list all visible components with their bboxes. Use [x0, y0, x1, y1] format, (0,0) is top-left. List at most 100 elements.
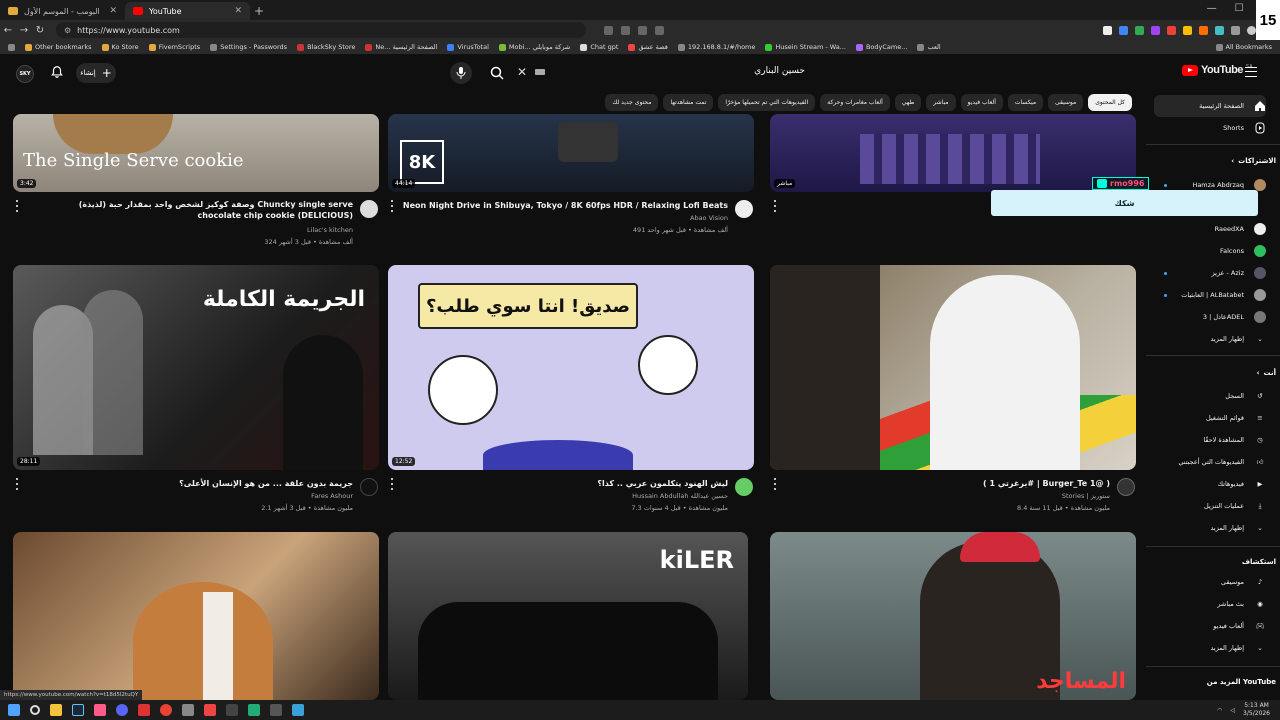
extensions-puzzle-icon[interactable] [1231, 25, 1240, 35]
video-menu-icon[interactable] [15, 200, 19, 212]
new-tab-button[interactable]: + [250, 2, 268, 20]
bookmark-item[interactable]: FivemScripts [148, 43, 200, 51]
chrome-icon[interactable] [160, 704, 172, 716]
app-icon[interactable] [270, 704, 282, 716]
channel-name[interactable]: Stories | ستوريز [1062, 492, 1110, 500]
video-thumbnail[interactable]: المساجد [770, 532, 1136, 700]
search-icon[interactable] [30, 705, 40, 715]
extension-icon[interactable] [1199, 25, 1208, 35]
channel-name[interactable]: Lilac's kitchen [307, 226, 353, 234]
chip[interactable]: ألعاب مغامرات وحركة [820, 94, 890, 111]
channel-name[interactable]: Hussain Abdullah حسين عبدالله [632, 492, 728, 500]
steam-icon[interactable] [72, 704, 84, 716]
show-more-button[interactable]: إظهار المزيد ⌄ [1154, 518, 1266, 538]
video-thumbnail[interactable]: 8K 44:14 [388, 114, 754, 192]
bookmark-item[interactable]: 192.168.8.1/#/home [677, 43, 755, 51]
chip[interactable]: موسيقى [1048, 94, 1084, 111]
video-menu-icon[interactable] [15, 478, 19, 490]
bookmark-item[interactable]: VirusTotal [447, 43, 489, 51]
reload-icon[interactable]: ↻ [32, 25, 48, 36]
zoom-icon[interactable] [638, 25, 647, 35]
bookmark-item[interactable]: Settings - Passwords [210, 43, 287, 51]
app-icon[interactable] [226, 704, 238, 716]
minimize-icon[interactable]: — [1207, 3, 1217, 14]
video-thumbnail[interactable]: الجريمة الكاملة 28:11 [13, 265, 379, 470]
chip[interactable]: تمت مشاهدتها [663, 94, 714, 111]
search-input[interactable]: حسين البناري [560, 66, 805, 76]
channel-avatar[interactable] [360, 200, 378, 218]
chip[interactable]: ألعاب فيديو [960, 94, 1003, 111]
app-icon[interactable] [292, 704, 304, 716]
subscriptions-heading[interactable]: ‹ الاشتراكات [1154, 157, 1276, 165]
url-field[interactable]: ⚙ https://www.youtube.com [56, 22, 586, 38]
channel-avatar[interactable] [1117, 478, 1135, 496]
sidebar-item-downloads[interactable]: عمليات التنزيل ⤓ [1154, 496, 1266, 516]
chip[interactable]: ميكسات [1007, 94, 1044, 111]
app-icon[interactable] [138, 704, 150, 716]
browser-tab-1[interactable]: بنات البومب - الموسم الأول | Ep#12 ✕ [0, 2, 125, 20]
sidebar-item-history[interactable]: السجل ↺ [1154, 386, 1266, 406]
voice-search-button[interactable] [450, 62, 472, 84]
subscription-item[interactable]: RaeedXA [1154, 219, 1266, 239]
extension-icon[interactable] [1103, 25, 1112, 35]
chip[interactable]: الفيديوهات التي تم تحميلها مؤخرًا [718, 94, 816, 111]
file-explorer-icon[interactable] [50, 704, 62, 716]
sidebar-item-home[interactable]: الصفحة الرئيسية [1154, 95, 1266, 117]
extension-icon[interactable] [1215, 25, 1224, 35]
maximize-icon[interactable]: ☐ [1235, 3, 1244, 14]
you-heading[interactable]: ‹ أنت [1154, 369, 1276, 377]
video-menu-icon[interactable] [773, 478, 777, 490]
video-menu-icon[interactable] [390, 200, 394, 212]
wifi-icon[interactable]: ◠ [1217, 707, 1222, 714]
subscription-item[interactable]: العابثيات | ALBatabet [1154, 285, 1266, 305]
account-avatar[interactable]: SKY [16, 65, 34, 83]
youtube-logo[interactable]: YouTube SA [1182, 64, 1253, 76]
keyboard-icon[interactable] [535, 69, 545, 75]
video-thumbnail[interactable]: صديق! انتا سوي طلب؟ 12:52 [388, 265, 754, 470]
system-clock[interactable]: 5:13 AM 3/5/2026 [1243, 702, 1270, 718]
bookmark-item[interactable]: Husein Stream - Wa... [765, 43, 846, 51]
extension-icon[interactable] [1151, 25, 1160, 35]
bookmark-item[interactable]: BodyCame... [855, 43, 907, 51]
video-title[interactable]: وصفة كوكيز لشخص واحد بمقدار حبة (لذيذة) … [33, 199, 353, 221]
sidebar-item-shorts[interactable]: Shorts [1154, 118, 1266, 138]
chip[interactable]: كل المحتوى [1088, 94, 1132, 111]
site-info-icon[interactable]: ⚙ [64, 26, 71, 35]
sidebar-item-liked-videos[interactable]: الفيديوهات التي أعجبتني 👍︎ [1154, 452, 1266, 472]
bookmark-item[interactable]: قصة عشق [628, 43, 668, 51]
show-more-button[interactable]: إظهار المزيد ⌄ [1154, 329, 1266, 349]
subscription-item[interactable]: Falcons [1154, 241, 1266, 261]
bookmark-item[interactable]: العب [917, 43, 941, 51]
chip[interactable]: طهي [894, 94, 922, 111]
apps-icon[interactable] [8, 43, 15, 51]
share-icon[interactable] [621, 25, 630, 35]
video-title[interactable]: ليش الهنود يتكلمون عربي .. كذا؟ [597, 479, 728, 488]
discord-icon[interactable] [116, 704, 128, 716]
bookmark-item[interactable]: Mobi... شركة موبايلي [498, 43, 570, 51]
bookmark-item[interactable]: Ko Store [101, 43, 139, 51]
app-icon[interactable] [182, 704, 194, 716]
bookmark-item[interactable]: BlackSky Store [297, 43, 355, 51]
back-icon[interactable]: ← [0, 25, 16, 36]
all-bookmarks-button[interactable]: All Bookmarks [1215, 43, 1280, 51]
show-more-button[interactable]: إظهار المزيد ⌄ [1154, 638, 1266, 658]
channel-name[interactable]: Fares Ashour [311, 492, 353, 500]
sidebar-item-watch-later[interactable]: المشاهدة لاحقًا ◷ [1154, 430, 1266, 450]
video-thumbnail[interactable]: The Single Serve cookie 3:42 [13, 114, 379, 192]
video-title[interactable]: ( برغرتي 1# | Burger_Te 1@ ) [983, 479, 1110, 488]
sidebar-item-your-videos[interactable]: فيديوهاتك ▶ [1154, 474, 1266, 494]
forward-icon[interactable]: → [16, 25, 32, 36]
channel-name[interactable]: Abao Vision [690, 214, 728, 222]
subscription-item[interactable]: عزيز - Aziz [1154, 263, 1266, 283]
video-title[interactable]: جريمة بدون علقة ... من هو الإنسان الأعلى… [179, 479, 353, 488]
extension-icon[interactable] [1167, 25, 1176, 35]
video-title[interactable]: Neon Night Drive in Shibuya, Tokyo / 8K … [403, 201, 728, 210]
profile-icon[interactable] [1247, 25, 1256, 35]
video-thumbnail[interactable] [770, 265, 1136, 470]
video-thumbnail[interactable] [13, 532, 379, 700]
notifications-bell-icon[interactable] [50, 65, 64, 79]
chip[interactable]: مباشر [926, 94, 956, 111]
clear-search-icon[interactable]: ✕ [517, 65, 527, 79]
sidebar-item-music[interactable]: موسيقى ♪ [1154, 572, 1266, 592]
app-icon[interactable] [204, 704, 216, 716]
